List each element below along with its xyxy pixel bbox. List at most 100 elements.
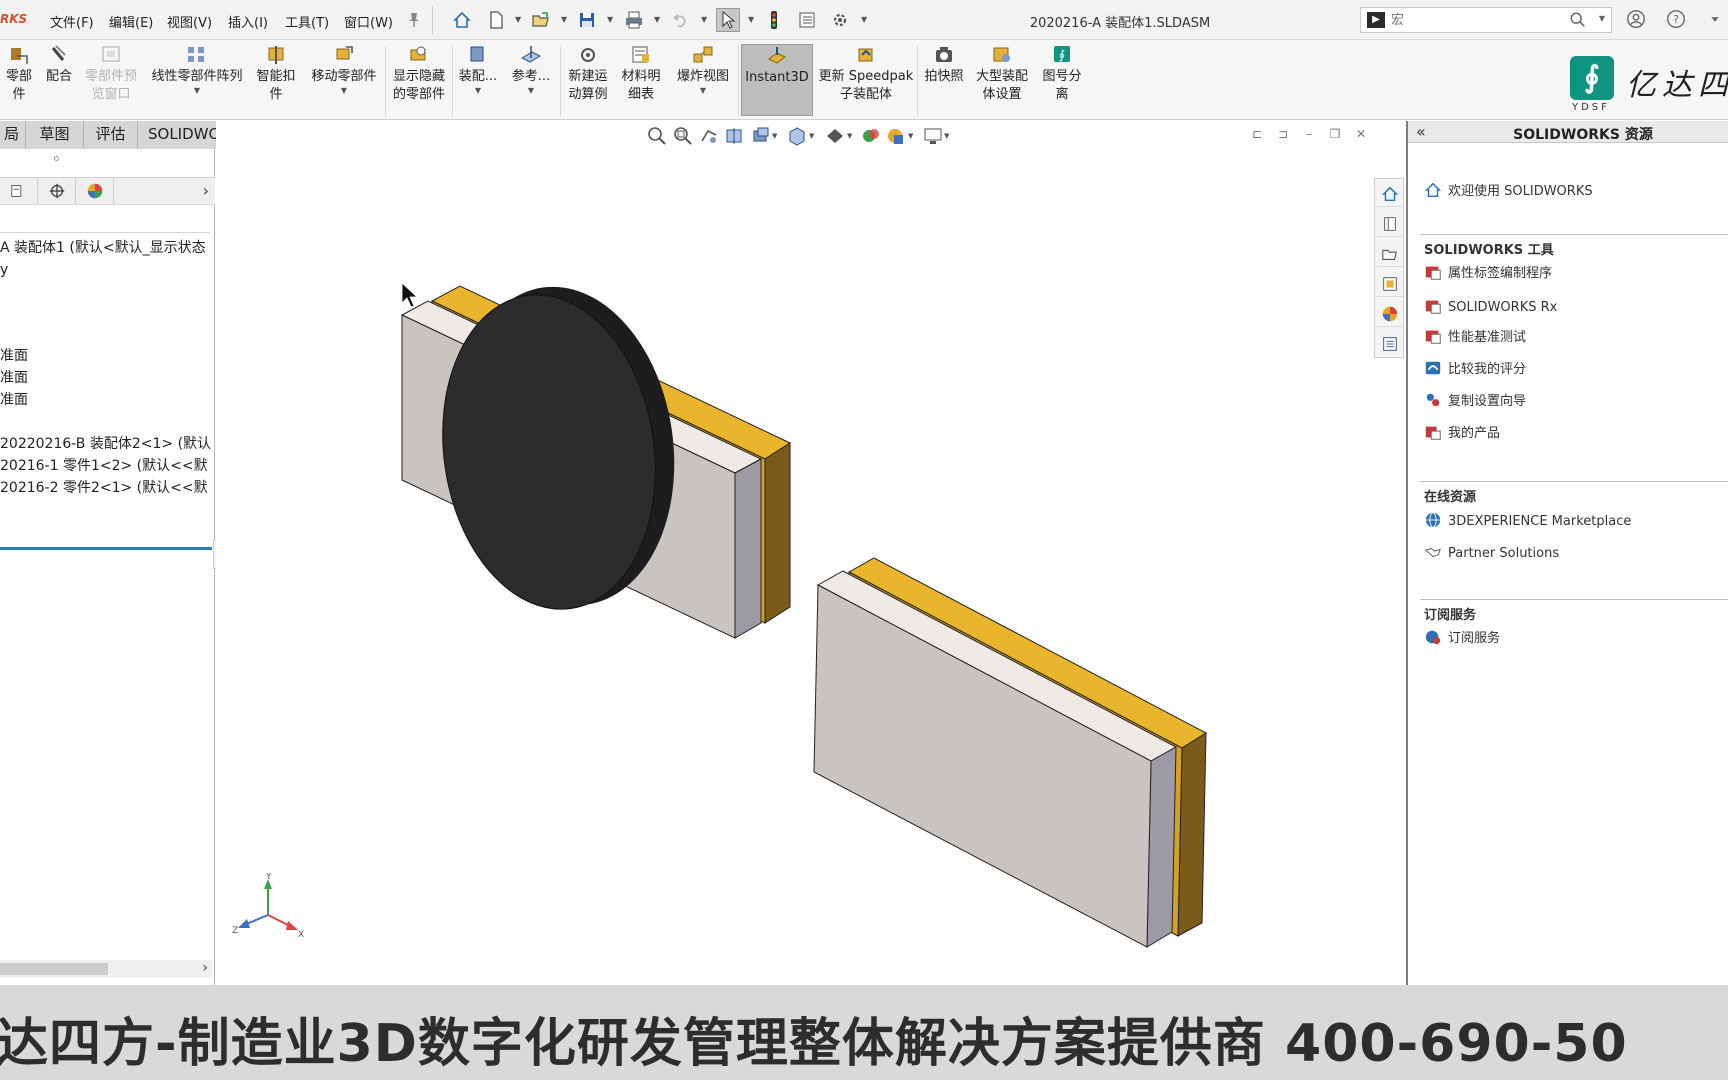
menu-tools[interactable]: 工具(T) (285, 12, 329, 31)
large-assembly-settings-button[interactable]: 大型装配 体设置 (972, 44, 1032, 116)
tree-item-top-plane[interactable]: 准面 (0, 367, 215, 389)
new-document-icon[interactable] (484, 8, 508, 32)
3dexperience-marketplace-link[interactable]: 3DEXPERIENCE Marketplace (1424, 511, 1631, 533)
drawing-number-separate-button[interactable]: ∮ 图号分 离 (1036, 44, 1088, 116)
print-dropdown-icon[interactable]: ▼ (654, 15, 660, 24)
search-dropdown-icon[interactable]: ▼ (1599, 14, 1605, 23)
view-settings-icon[interactable] (922, 125, 944, 147)
tab-sketch[interactable]: 草图 (26, 121, 84, 149)
assembly-right[interactable] (813, 557, 1208, 948)
tab-layout[interactable]: 局 (0, 121, 26, 149)
insert-components-button[interactable]: 零部件 (0, 44, 38, 116)
custom-properties-icon[interactable] (1377, 331, 1403, 357)
home-icon[interactable] (450, 8, 474, 32)
instant3d-button[interactable]: Instant3D (741, 44, 813, 116)
search-icon[interactable] (1569, 11, 1587, 33)
save-dropdown-icon[interactable]: ▼ (607, 15, 613, 24)
zoom-to-fit-icon[interactable] (646, 125, 668, 147)
linear-pattern-dropdown-icon[interactable]: ▼ (147, 86, 247, 96)
appearances-scenes-icon[interactable] (1377, 301, 1403, 327)
exploded-view-button[interactable]: 爆炸视图 ▼ (670, 44, 736, 116)
assembly-features-dropdown-icon[interactable]: ▼ (456, 86, 500, 96)
orientation-dropdown-icon[interactable]: ▼ (809, 132, 814, 140)
search-input[interactable] (1391, 10, 1561, 30)
horizontal-scrollbar[interactable]: › (0, 960, 212, 978)
select-cursor-icon[interactable] (716, 8, 740, 32)
panel-grip-handle[interactable] (54, 156, 59, 161)
new-motion-study-button[interactable]: 新建运 动算例 (564, 44, 612, 116)
select-dropdown-icon[interactable]: ▼ (748, 15, 754, 24)
performance-benchmark-link[interactable]: 性能基准测试 (1424, 327, 1526, 349)
menu-file[interactable]: 文件(F) (50, 12, 94, 31)
restore-icon[interactable]: ❐ (1326, 127, 1344, 145)
rebuild-traffic-light-icon[interactable] (762, 8, 786, 32)
help-icon[interactable]: ? (1665, 8, 1689, 32)
subscription-services-link[interactable]: 订阅服务 (1424, 628, 1500, 650)
options-dropdown-icon[interactable]: ▼ (861, 15, 867, 24)
options-gear-icon[interactable] (828, 8, 852, 32)
chevron-right-icon[interactable]: › (203, 181, 209, 200)
view-dropdown-icon[interactable]: ▼ (772, 132, 777, 140)
collapse-pane-icon[interactable]: « (1416, 122, 1426, 141)
property-manager-tab-icon[interactable] (0, 178, 38, 204)
copy-settings-wizard-link[interactable]: 复制设置向导 (1424, 391, 1526, 413)
solidworks-rx-link[interactable]: SOLIDWORKS Rx (1424, 297, 1557, 319)
menu-window[interactable]: 窗口(W) (344, 12, 393, 31)
user-account-icon[interactable] (1625, 8, 1649, 32)
file-explorer-icon[interactable] (1377, 241, 1403, 267)
undo-dropdown-icon[interactable]: ▼ (701, 15, 707, 24)
bill-of-materials-button[interactable]: 材料明 细表 (617, 44, 665, 116)
file-properties-icon[interactable] (795, 8, 819, 32)
appearance-dropdown-icon[interactable]: ▼ (908, 132, 913, 140)
section-view-icon[interactable] (724, 125, 746, 147)
tree-item-part1[interactable]: 20216-1 零件1<2> (默认<<默 (0, 455, 215, 477)
open-document-icon[interactable] (529, 8, 553, 32)
new-dropdown-icon[interactable]: ▼ (515, 15, 521, 24)
view-settings-dropdown-icon[interactable]: ▼ (944, 132, 949, 140)
welcome-link[interactable]: 欢迎使用 SOLIDWORKS (1424, 181, 1593, 203)
scrollbar-thumb[interactable] (0, 963, 108, 975)
reference-geometry-dropdown-icon[interactable]: ▼ (506, 86, 556, 96)
display-style-icon[interactable] (824, 125, 846, 147)
move-component-button[interactable]: 移动零部件 ▼ (304, 44, 384, 116)
command-search-box[interactable]: ▶ ▼ (1360, 7, 1612, 33)
compare-my-score-link[interactable]: 比较我的评分 (1424, 359, 1526, 381)
tree-item-front-plane[interactable]: 准面 (0, 345, 215, 367)
view-palette-icon[interactable] (1377, 271, 1403, 297)
zoom-to-area-icon[interactable] (672, 125, 694, 147)
tile-left-icon[interactable]: ⊏ (1248, 127, 1266, 145)
tree-item-part2[interactable]: 20216-2 零件2<1> (默认<<默 (0, 477, 215, 499)
partner-solutions-link[interactable]: Partner Solutions (1424, 543, 1559, 565)
dynamic-annotation-icon[interactable] (750, 125, 772, 147)
update-speedpak-button[interactable]: 更新 Speedpak 子装配体 (817, 44, 915, 116)
mate-button[interactable]: 配合 (42, 44, 76, 116)
edit-appearance-icon[interactable] (884, 125, 906, 147)
property-tab-builder-link[interactable]: 属性标签编制程序 (1424, 263, 1552, 285)
graphics-area[interactable]: ▼ ▼ ▼ ▼ ▼ ⊏ ⊐ – ❐ ✕ Y X Z (216, 121, 1406, 985)
display-manager-tab-icon[interactable] (76, 178, 114, 204)
open-dropdown-icon[interactable]: ▼ (561, 15, 567, 24)
tree-item-top-assembly[interactable]: A 装配体1 (默认<默认_显示状态 (0, 237, 215, 259)
model-viewport[interactable] (216, 121, 1406, 985)
dimxpert-tab-icon[interactable] (38, 178, 76, 204)
save-icon[interactable] (575, 8, 599, 32)
tree-item-subassembly[interactable]: 20220216-B 装配体2<1> (默认 (0, 433, 215, 455)
menu-view[interactable]: 视图(V) (167, 12, 212, 31)
tile-right-icon[interactable]: ⊐ (1274, 127, 1292, 145)
menu-edit[interactable]: 编辑(E) (109, 12, 153, 31)
minimize-icon[interactable]: – (1300, 127, 1318, 145)
smart-fasteners-button[interactable]: 智能扣 件 (252, 44, 300, 116)
linear-component-pattern-button[interactable]: 线性零部件阵列 ▼ (147, 44, 247, 116)
my-products-link[interactable]: 我的产品 (1424, 423, 1500, 445)
design-library-icon[interactable] (1377, 211, 1403, 237)
take-snapshot-button[interactable]: 拍快照 (920, 44, 968, 116)
assembly-features-button[interactable]: 装配... ▼ (456, 44, 500, 116)
component-preview-window-button[interactable]: 零部件预 览窗口 (80, 44, 142, 116)
tree-item-history[interactable]: y (0, 259, 215, 281)
show-hidden-components-button[interactable]: 显示隐藏 的零部件 (388, 44, 450, 116)
view-orientation-icon[interactable] (786, 125, 808, 147)
previous-view-icon[interactable] (698, 125, 720, 147)
feature-tree-filter[interactable] (0, 207, 210, 233)
assembly-left[interactable] (400, 273, 792, 639)
pin-icon[interactable] (402, 8, 426, 32)
